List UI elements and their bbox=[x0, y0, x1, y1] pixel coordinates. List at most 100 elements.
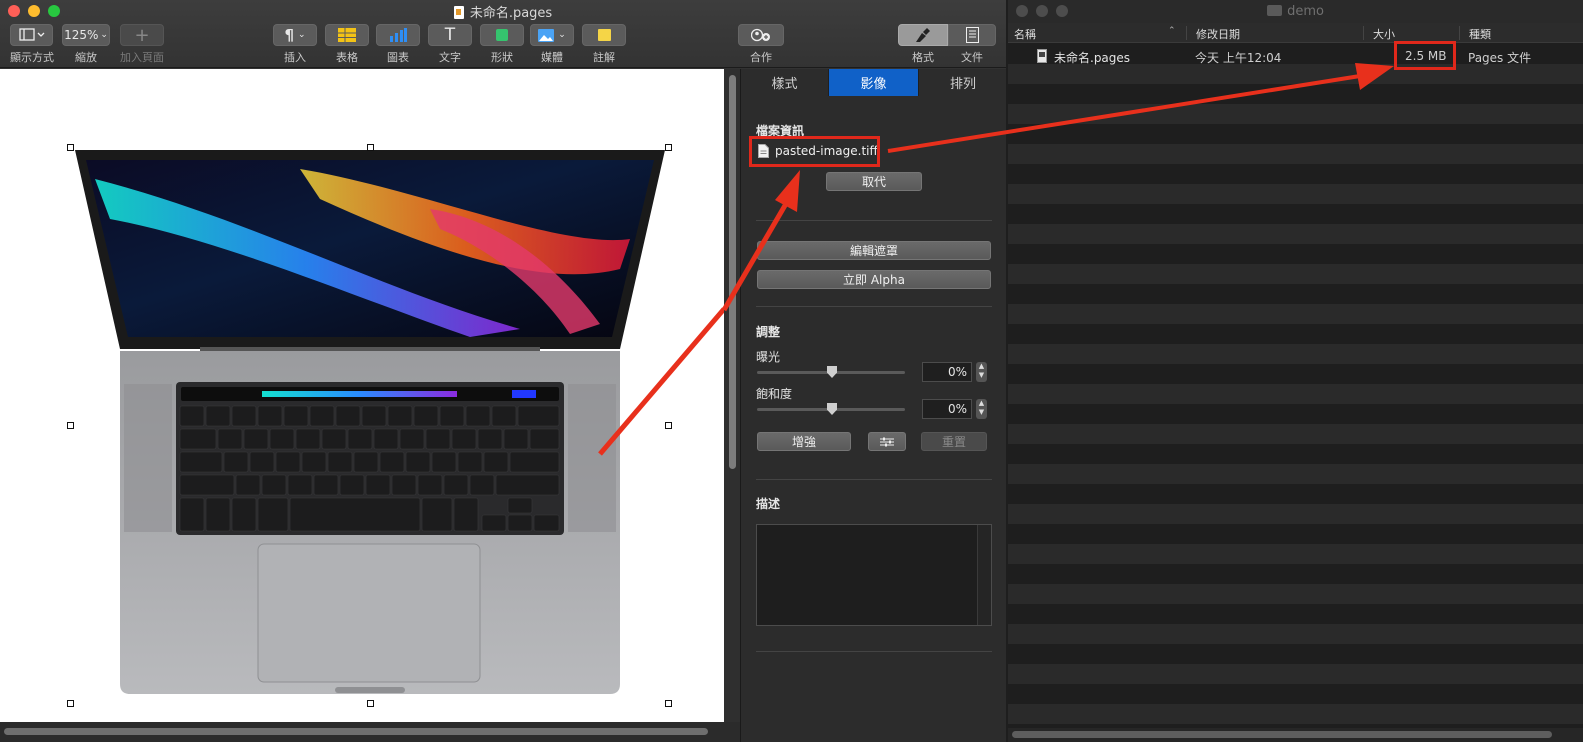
divider bbox=[756, 306, 992, 307]
format-label: 格式 bbox=[912, 51, 934, 64]
selection-handle[interactable] bbox=[665, 422, 672, 429]
column-separator[interactable] bbox=[1186, 26, 1187, 40]
scroll-thumb[interactable] bbox=[4, 728, 708, 735]
tab-image[interactable]: 影像 bbox=[829, 69, 919, 96]
chart-icon bbox=[390, 28, 407, 42]
column-modified-header[interactable]: 修改日期 bbox=[1196, 26, 1240, 42]
file-modified-cell: 今天 上午12:04 bbox=[1195, 51, 1282, 65]
finder-title: demo bbox=[1008, 4, 1583, 19]
saturation-slider-knob[interactable] bbox=[827, 403, 837, 415]
finder-titlebar: demo bbox=[1008, 0, 1583, 23]
reset-button[interactable]: 重置 bbox=[921, 432, 987, 451]
file-row[interactable]: 未命名.pages 今天 上午12:04 2.5 MB Pages 文件 bbox=[1008, 45, 1583, 67]
paragraph-icon: ¶ bbox=[284, 26, 294, 44]
selection-handle[interactable] bbox=[367, 144, 374, 151]
finder-title-text: demo bbox=[1287, 4, 1324, 19]
shape-button[interactable] bbox=[480, 24, 524, 46]
annotation-highlight-filename bbox=[749, 136, 880, 167]
chevron-down-icon: ⌄ bbox=[558, 30, 566, 40]
selection-handle[interactable] bbox=[67, 422, 74, 429]
annotation-highlight-size bbox=[1394, 41, 1456, 70]
column-size-header[interactable]: 大小 bbox=[1373, 26, 1395, 42]
exposure-label: 曝光 bbox=[756, 350, 781, 364]
comment-button[interactable] bbox=[582, 24, 626, 46]
column-name-header[interactable]: 名稱 bbox=[1014, 26, 1036, 42]
sliders-icon bbox=[880, 437, 894, 446]
column-header: 名稱 ⌃ 修改日期 大小 種類 bbox=[1008, 23, 1583, 43]
selection-handle[interactable] bbox=[665, 144, 672, 151]
selection-handle[interactable] bbox=[67, 700, 74, 707]
document-button[interactable] bbox=[948, 24, 996, 46]
pages-file-icon bbox=[1037, 49, 1047, 63]
zoom-dropdown[interactable]: 125% ⌄ bbox=[62, 24, 110, 46]
text-label: 文字 bbox=[439, 51, 461, 64]
finder-horizontal-scrollbar[interactable] bbox=[1008, 728, 1583, 742]
sidebar-view-icon bbox=[18, 28, 44, 41]
divider bbox=[756, 479, 992, 480]
pages-toolbar: 未命名.pages 顯示方式 125% ⌄ 縮放 + 加入頁面 ¶ ⌄ 插入 表格 … bbox=[0, 0, 1006, 68]
insert-label: 插入 bbox=[284, 51, 306, 64]
instant-alpha-button[interactable]: 立即 Alpha bbox=[757, 270, 991, 289]
chevron-down-icon: ⌄ bbox=[298, 30, 306, 40]
view-button[interactable] bbox=[10, 24, 53, 46]
description-scrollbar[interactable] bbox=[977, 525, 991, 625]
pages-window: 未命名.pages 顯示方式 125% ⌄ 縮放 + 加入頁面 ¶ ⌄ 插入 表格 … bbox=[0, 0, 1006, 742]
exposure-slider-knob[interactable] bbox=[827, 366, 837, 378]
file-list: 未命名.pages 今天 上午12:04 2.5 MB Pages 文件 bbox=[1008, 44, 1583, 730]
document-vertical-scrollbar[interactable] bbox=[724, 69, 740, 722]
document-label: 文件 bbox=[961, 51, 983, 64]
shape-square-icon bbox=[496, 29, 508, 41]
chart-button[interactable] bbox=[376, 24, 420, 46]
divider bbox=[756, 651, 992, 652]
document-canvas[interactable] bbox=[0, 69, 726, 722]
scroll-thumb[interactable] bbox=[1012, 731, 1552, 738]
add-page-button[interactable]: + bbox=[120, 24, 164, 46]
plus-icon: + bbox=[134, 24, 150, 46]
exposure-value-field[interactable]: 0% bbox=[922, 362, 972, 382]
media-label: 媒體 bbox=[541, 51, 563, 64]
text-button[interactable]: T bbox=[428, 24, 472, 46]
window-title: 未命名.pages bbox=[0, 2, 1006, 21]
saturation-stepper[interactable]: ▲ ▼ bbox=[976, 399, 987, 419]
table-button[interactable] bbox=[325, 24, 369, 46]
enhance-button[interactable]: 增強 bbox=[757, 432, 851, 451]
description-textarea[interactable] bbox=[756, 524, 992, 626]
finder-window: demo 名稱 ⌃ 修改日期 大小 種類 未命名.pages 今天 上午12:0… bbox=[1008, 0, 1583, 742]
format-button[interactable] bbox=[898, 24, 948, 46]
column-kind-header[interactable]: 種類 bbox=[1469, 26, 1491, 42]
window-title-text: 未命名.pages bbox=[469, 6, 553, 21]
add-page-label: 加入頁面 bbox=[120, 51, 164, 64]
adjust-title: 調整 bbox=[756, 325, 781, 339]
table-label: 表格 bbox=[336, 51, 358, 64]
adjustments-button[interactable] bbox=[868, 432, 906, 451]
scroll-thumb[interactable] bbox=[729, 75, 736, 469]
tab-style[interactable]: 樣式 bbox=[741, 69, 829, 96]
zoom-label: 縮放 bbox=[75, 51, 97, 64]
chart-label: 圖表 bbox=[387, 51, 409, 64]
text-t-icon: T bbox=[444, 25, 456, 45]
exposure-stepper[interactable]: ▲ ▼ bbox=[976, 362, 987, 382]
selection-handle[interactable] bbox=[665, 700, 672, 707]
replace-button[interactable]: 取代 bbox=[826, 172, 922, 191]
collaborate-button[interactable] bbox=[738, 24, 784, 46]
divider bbox=[756, 220, 992, 221]
column-separator[interactable] bbox=[1459, 26, 1460, 40]
insert-button[interactable]: ¶ ⌄ bbox=[273, 24, 317, 46]
selection-handle[interactable] bbox=[67, 144, 74, 151]
saturation-label: 飽和度 bbox=[756, 387, 793, 401]
photo-icon bbox=[538, 28, 555, 42]
edit-mask-button[interactable]: 編輯遮罩 bbox=[757, 241, 991, 260]
document-horizontal-scrollbar[interactable] bbox=[0, 722, 740, 742]
media-button[interactable]: ⌄ bbox=[530, 24, 574, 46]
column-separator[interactable] bbox=[1363, 26, 1364, 40]
saturation-value-field[interactable]: 0% bbox=[922, 399, 972, 419]
table-icon bbox=[338, 28, 356, 42]
shape-label: 形狀 bbox=[491, 51, 513, 64]
selection-handle[interactable] bbox=[367, 700, 374, 707]
file-kind-cell: Pages 文件 bbox=[1468, 51, 1532, 65]
sort-ascending-icon: ⌃ bbox=[1168, 26, 1176, 36]
tab-arrange[interactable]: 排列 bbox=[919, 69, 1006, 96]
pasted-laptop-image[interactable] bbox=[0, 69, 726, 722]
document-icon bbox=[965, 27, 979, 43]
file-name-cell: 未命名.pages bbox=[1054, 51, 1131, 65]
